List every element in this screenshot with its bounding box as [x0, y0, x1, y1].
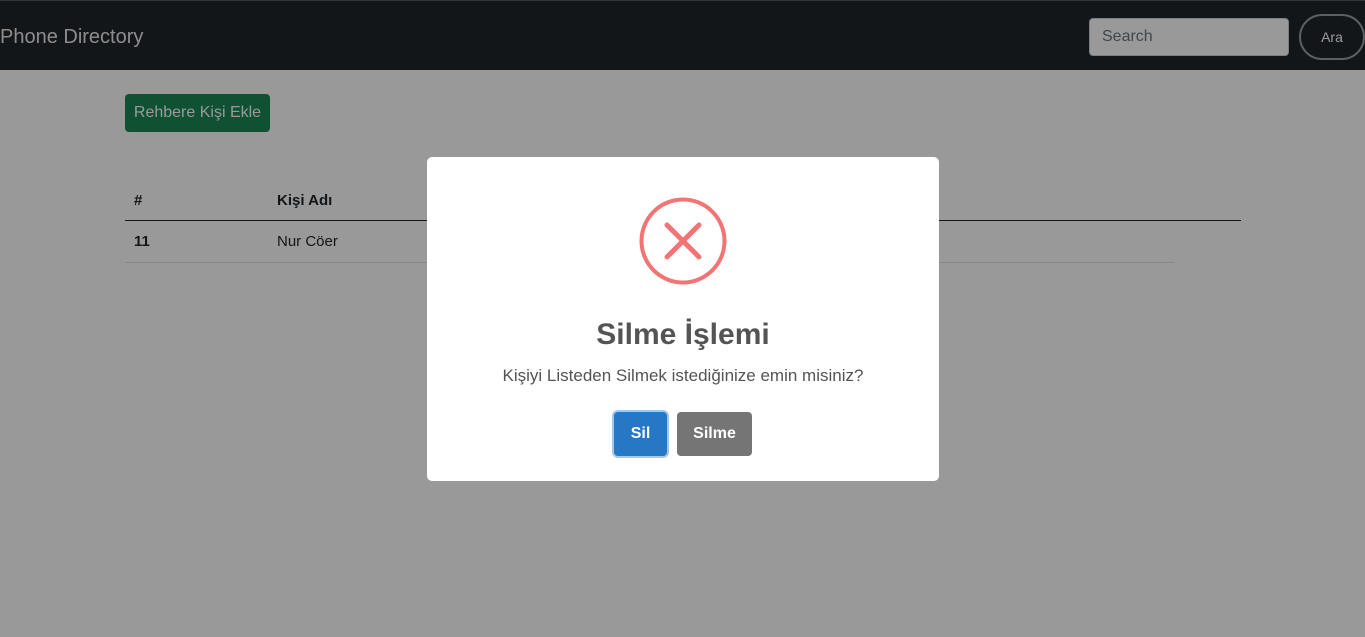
error-x-icon: [639, 197, 727, 285]
dialog-message: Kişiyi Listeden Silmek istediğinize emin…: [502, 366, 864, 385]
confirm-delete-button[interactable]: Sil: [614, 412, 667, 456]
cancel-delete-button[interactable]: Silme: [677, 412, 752, 456]
confirm-delete-dialog: Silme İşlemi Kişiyi Listeden Silmek iste…: [427, 157, 939, 481]
page: Phone Directory Ara Rehbere Kişi Ekle # …: [0, 0, 1365, 637]
dialog-title: Silme İşlemi: [596, 318, 770, 351]
